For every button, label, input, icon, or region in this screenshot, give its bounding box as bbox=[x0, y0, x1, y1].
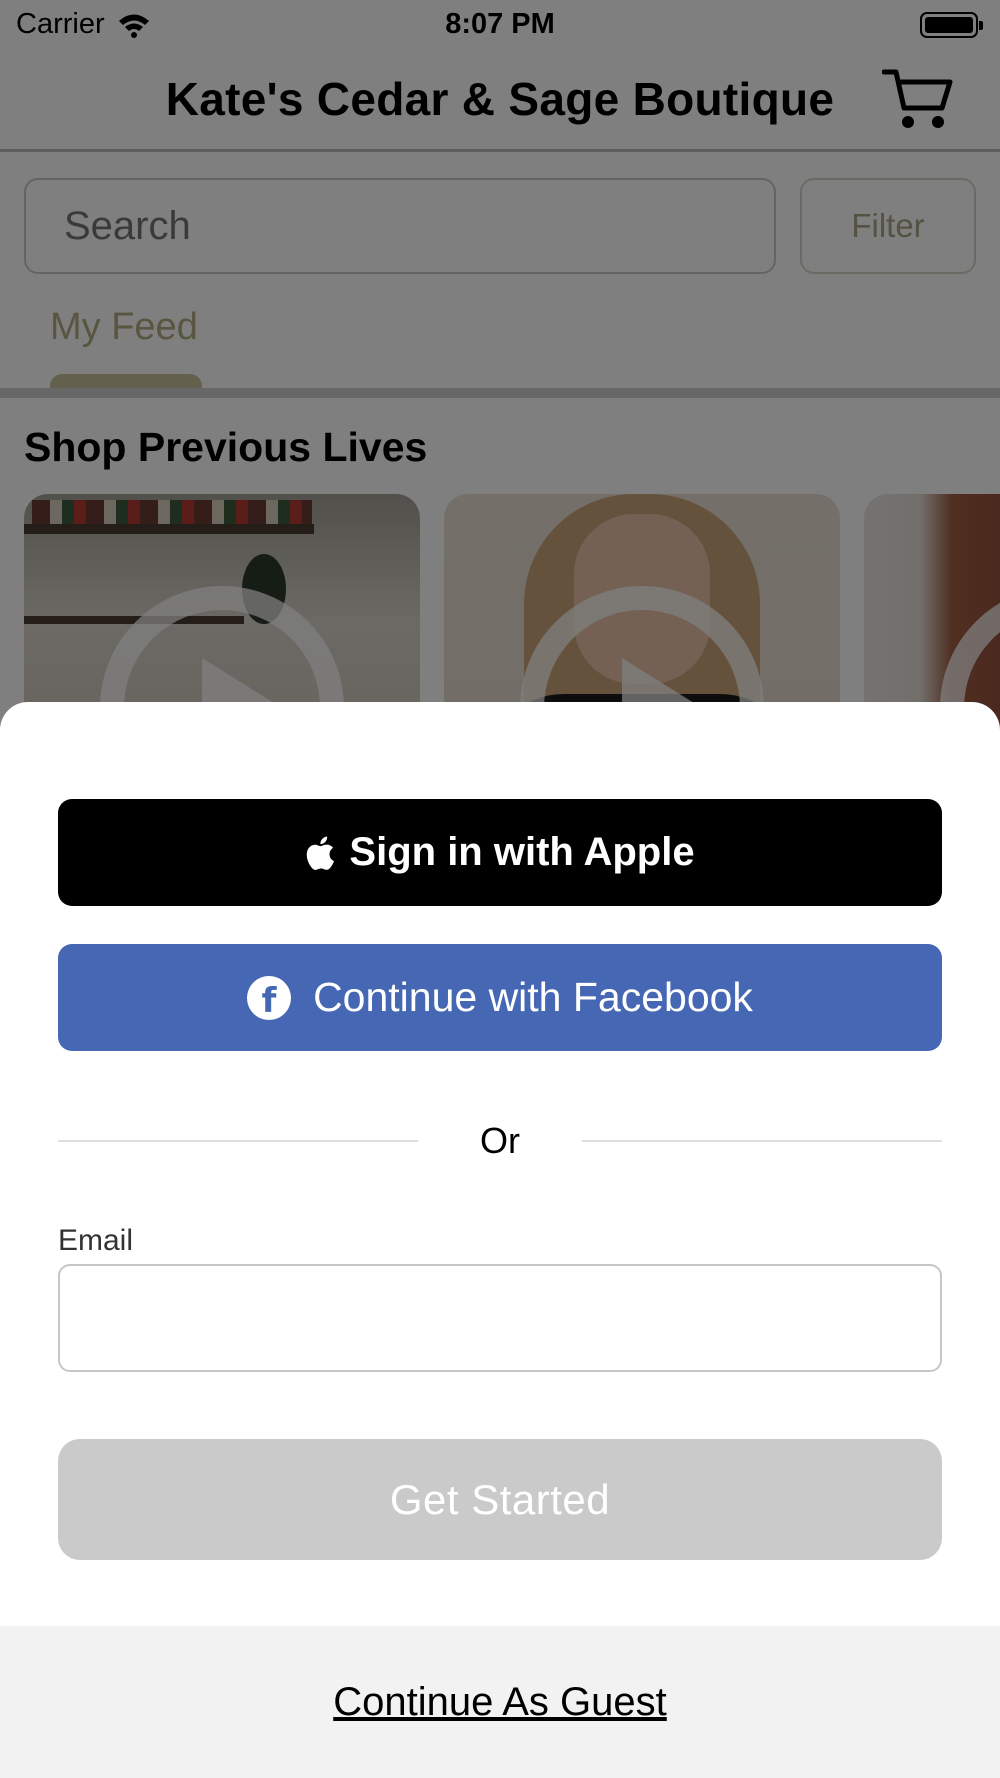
apple-button-label: Sign in with Apple bbox=[349, 830, 695, 874]
continue-as-guest-link[interactable]: Continue As Guest bbox=[0, 1680, 1000, 1725]
or-divider-text: Or bbox=[480, 1120, 520, 1161]
sign-in-with-apple-button[interactable]: Sign in with Apple bbox=[58, 799, 942, 906]
get-started-button[interactable]: Get Started bbox=[58, 1439, 942, 1560]
email-label: Email bbox=[58, 1224, 134, 1257]
sign-in-sheet: Sign in with Apple f Continue with Faceb… bbox=[0, 702, 1000, 1778]
continue-with-facebook-button[interactable]: f Continue with Facebook bbox=[58, 944, 942, 1051]
guest-footer: Continue As Guest bbox=[0, 1626, 1000, 1778]
apple-icon bbox=[307, 836, 335, 870]
facebook-icon: f bbox=[247, 975, 292, 1020]
facebook-button-label: Continue with Facebook bbox=[313, 974, 753, 1020]
email-field[interactable] bbox=[58, 1264, 942, 1372]
